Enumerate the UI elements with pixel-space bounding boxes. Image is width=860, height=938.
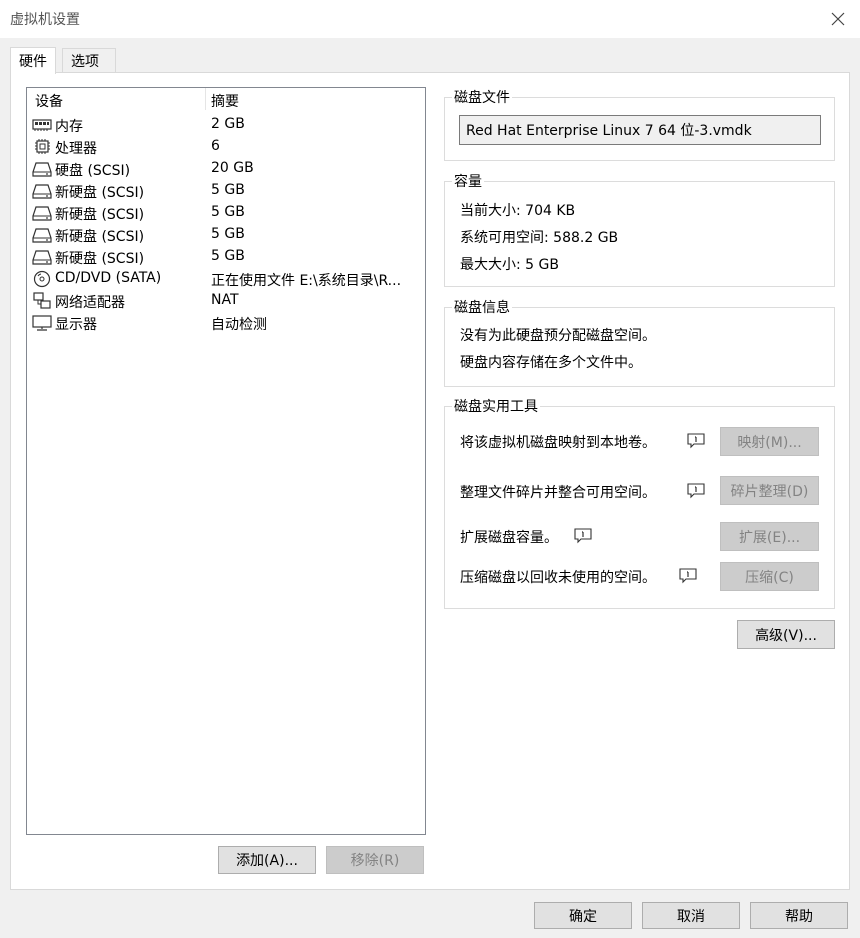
advanced-button[interactable]: 高级(V)... bbox=[737, 620, 835, 649]
tab-options[interactable]: 选项 bbox=[62, 48, 116, 72]
disk-info-line-2: 硬盘内容存储在多个文件中。 bbox=[460, 355, 642, 371]
map-button[interactable]: 映射(M)... bbox=[720, 427, 819, 456]
ok-button-label: 确定 bbox=[569, 908, 597, 925]
hard-disk-icon bbox=[32, 162, 52, 177]
help-button-label: 帮助 bbox=[785, 908, 813, 925]
device-row-memory[interactable]: 内存 2 GB bbox=[27, 114, 425, 136]
device-name: 新硬盘 (SCSI) bbox=[55, 185, 145, 201]
add-device-button-label: 添加(A)... bbox=[236, 853, 298, 869]
info-icon[interactable] bbox=[573, 527, 593, 545]
column-header-device[interactable]: 设备 bbox=[35, 91, 63, 111]
device-row-network-adapter[interactable]: 网络适配器 NAT bbox=[27, 290, 425, 312]
help-button[interactable]: 帮助 bbox=[750, 902, 848, 929]
map-disk-text: 将该虚拟机磁盘映射到本地卷。 bbox=[460, 435, 656, 451]
dialog-client-area: 硬件 选项 设备 摘要 内存 2 GB 处理器 6 硬盘 (SCSI) 20 G… bbox=[0, 38, 860, 938]
title-bar: 虚拟机设置 bbox=[0, 0, 860, 38]
device-summary: 正在使用文件 E:\系统目录\R... bbox=[211, 273, 402, 289]
device-name: 显示器 bbox=[55, 317, 97, 333]
device-row-processor[interactable]: 处理器 6 bbox=[27, 136, 425, 158]
advanced-button-label: 高级(V)... bbox=[755, 627, 817, 644]
tab-hardware-label: 硬件 bbox=[19, 54, 47, 70]
tab-hardware[interactable]: 硬件 bbox=[10, 47, 56, 74]
expand-button[interactable]: 扩展(E)... bbox=[720, 522, 819, 551]
close-button[interactable] bbox=[816, 0, 860, 38]
device-summary: 5 GB bbox=[211, 248, 245, 264]
disk-info-line-1: 没有为此硬盘预分配磁盘空间。 bbox=[460, 328, 656, 344]
defragment-button[interactable]: 碎片整理(D) bbox=[720, 476, 819, 505]
tab-options-label: 选项 bbox=[71, 53, 99, 70]
device-row-new-hard-disk[interactable]: 新硬盘 (SCSI) 5 GB bbox=[27, 180, 425, 202]
memory-icon bbox=[32, 119, 52, 131]
ok-button[interactable]: 确定 bbox=[534, 902, 632, 929]
compact-button[interactable]: 压缩(C) bbox=[720, 562, 819, 591]
disk-file-path-field[interactable]: Red Hat Enterprise Linux 7 64 位-3.vmdk bbox=[459, 115, 821, 145]
device-summary: 5 GB bbox=[211, 226, 245, 242]
device-list[interactable]: 设备 摘要 内存 2 GB 处理器 6 硬盘 (SCSI) 20 GB 新硬盘 … bbox=[26, 87, 426, 835]
cancel-button[interactable]: 取消 bbox=[642, 902, 740, 929]
processor-icon bbox=[35, 139, 50, 154]
window-title: 虚拟机设置 bbox=[10, 12, 80, 28]
device-summary: 2 GB bbox=[211, 116, 245, 132]
max-size-text: 最大大小: 5 GB bbox=[460, 257, 559, 273]
column-header-summary[interactable]: 摘要 bbox=[211, 91, 239, 111]
device-row-new-hard-disk[interactable]: 新硬盘 (SCSI) 5 GB bbox=[27, 246, 425, 268]
info-icon[interactable] bbox=[686, 432, 706, 450]
device-name: CD/DVD (SATA) bbox=[55, 270, 162, 286]
device-row-cd-dvd[interactable]: CD/DVD (SATA) 正在使用文件 E:\系统目录\R... bbox=[27, 268, 425, 290]
device-row-hard-disk[interactable]: 硬盘 (SCSI) 20 GB bbox=[27, 158, 425, 180]
compact-button-label: 压缩(C) bbox=[745, 569, 794, 586]
hard-disk-icon bbox=[32, 206, 52, 221]
hardware-tab-panel: 设备 摘要 内存 2 GB 处理器 6 硬盘 (SCSI) 20 GB 新硬盘 … bbox=[10, 72, 850, 890]
hard-disk-icon bbox=[32, 228, 52, 243]
device-row-monitor[interactable]: 显示器 自动检测 bbox=[27, 312, 425, 334]
info-icon[interactable] bbox=[686, 482, 706, 500]
capacity-group: 容量 当前大小: 704 KB 系统可用空间: 588.2 GB 最大大小: 5… bbox=[444, 171, 835, 287]
info-icon[interactable] bbox=[678, 567, 698, 585]
monitor-icon bbox=[32, 315, 52, 331]
device-summary: 5 GB bbox=[211, 204, 245, 220]
capacity-group-title: 容量 bbox=[452, 171, 484, 191]
device-row-new-hard-disk[interactable]: 新硬盘 (SCSI) 5 GB bbox=[27, 202, 425, 224]
disk-utilities-group-title: 磁盘实用工具 bbox=[452, 396, 540, 416]
current-size-text: 当前大小: 704 KB bbox=[460, 203, 576, 219]
defragment-text: 整理文件碎片并整合可用空间。 bbox=[460, 485, 656, 501]
device-row-new-hard-disk[interactable]: 新硬盘 (SCSI) 5 GB bbox=[27, 224, 425, 246]
hard-disk-icon bbox=[32, 184, 52, 199]
device-name: 新硬盘 (SCSI) bbox=[55, 251, 145, 267]
device-name: 内存 bbox=[55, 119, 83, 135]
expand-disk-text: 扩展磁盘容量。 bbox=[460, 530, 558, 546]
device-summary: 5 GB bbox=[211, 182, 245, 198]
add-device-button[interactable]: 添加(A)... bbox=[218, 846, 316, 874]
cd-dvd-icon bbox=[33, 270, 51, 288]
device-name: 新硬盘 (SCSI) bbox=[55, 229, 145, 245]
available-space-text: 系统可用空间: 588.2 GB bbox=[460, 230, 619, 246]
device-summary: 20 GB bbox=[211, 160, 254, 176]
remove-device-button[interactable]: 移除(R) bbox=[326, 846, 424, 874]
disk-file-group: 磁盘文件 Red Hat Enterprise Linux 7 64 位-3.v… bbox=[444, 87, 835, 161]
disk-info-group: 磁盘信息 没有为此硬盘预分配磁盘空间。 硬盘内容存储在多个文件中。 bbox=[444, 297, 835, 387]
disk-file-group-title: 磁盘文件 bbox=[452, 87, 512, 107]
cancel-button-label: 取消 bbox=[677, 908, 705, 925]
column-divider[interactable] bbox=[205, 88, 206, 110]
close-icon bbox=[831, 12, 845, 26]
disk-utilities-group: 磁盘实用工具 将该虚拟机磁盘映射到本地卷。 映射(M)... 整理文件碎片并整合… bbox=[444, 396, 835, 609]
device-name: 处理器 bbox=[55, 141, 97, 157]
compact-disk-text: 压缩磁盘以回收未使用的空间。 bbox=[460, 570, 656, 586]
device-name: 新硬盘 (SCSI) bbox=[55, 207, 145, 223]
device-name: 网络适配器 bbox=[55, 295, 125, 311]
list-header: 设备 摘要 bbox=[27, 88, 425, 112]
network-adapter-icon bbox=[33, 292, 51, 309]
disk-info-group-title: 磁盘信息 bbox=[452, 297, 512, 317]
device-name: 硬盘 (SCSI) bbox=[55, 163, 131, 179]
expand-button-label: 扩展(E)... bbox=[738, 529, 801, 546]
device-summary: NAT bbox=[211, 292, 239, 308]
remove-device-button-label: 移除(R) bbox=[350, 853, 400, 869]
defragment-button-label: 碎片整理(D) bbox=[730, 483, 809, 500]
hard-disk-icon bbox=[32, 250, 52, 265]
map-button-label: 映射(M)... bbox=[737, 434, 802, 451]
device-summary: 6 bbox=[211, 138, 220, 154]
device-summary: 自动检测 bbox=[211, 317, 267, 333]
